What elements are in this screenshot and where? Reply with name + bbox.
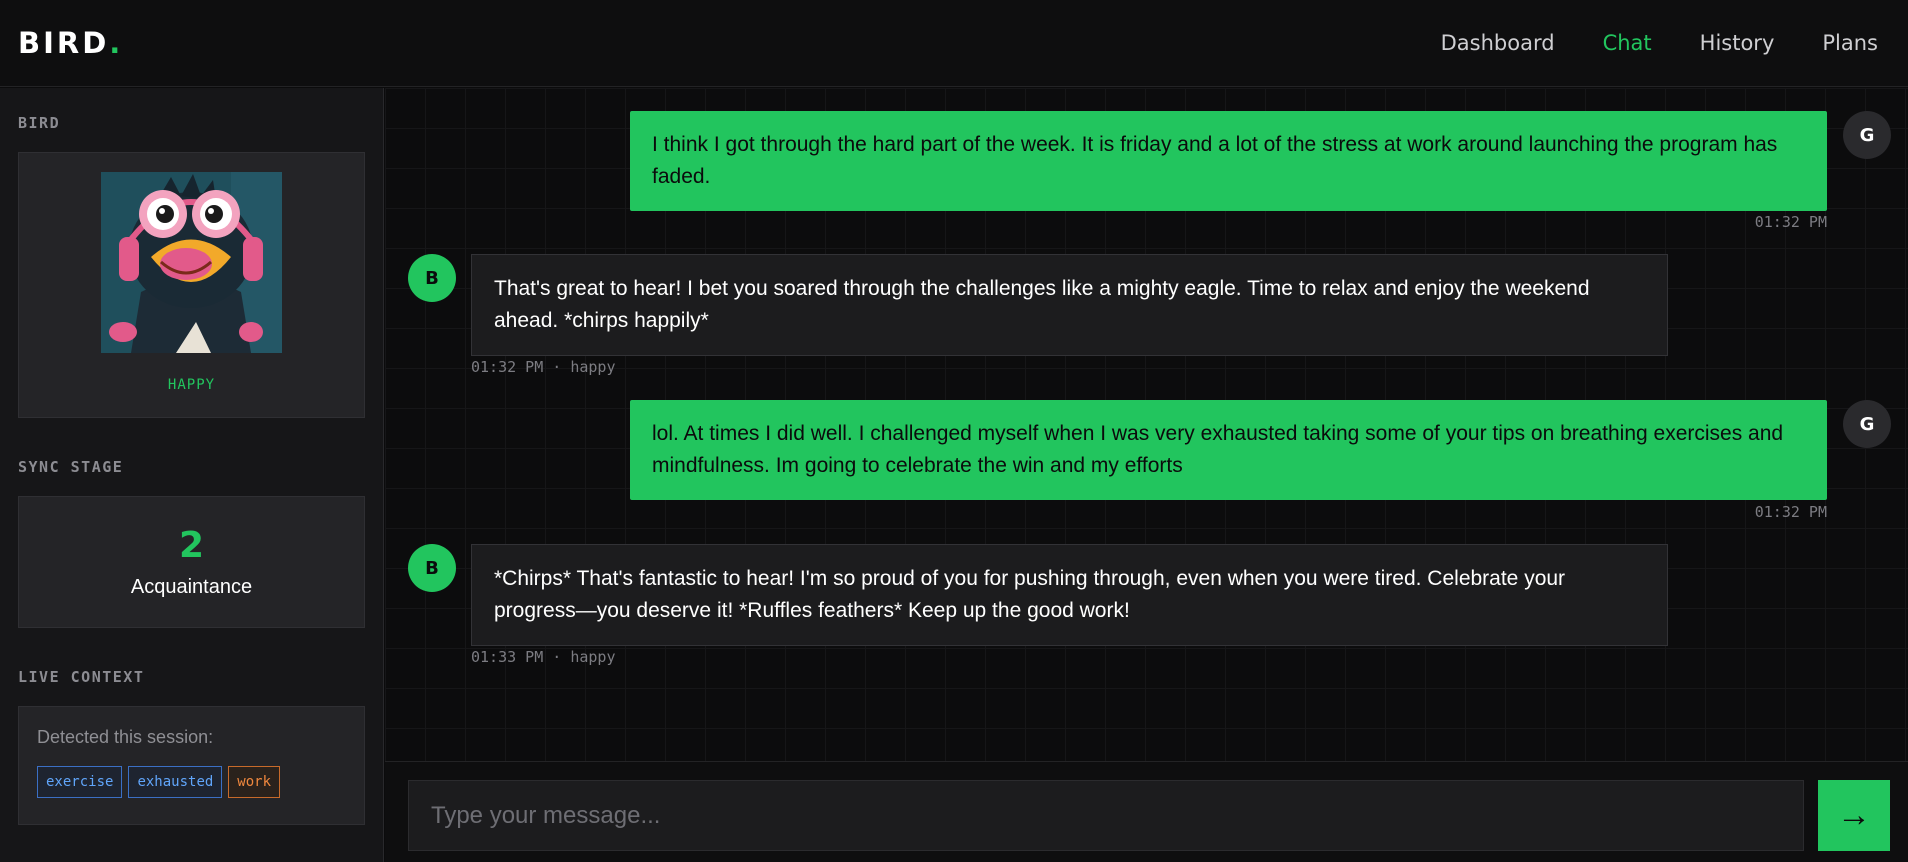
bot-message-bubble: That's great to hear! I bet you soared t… — [471, 254, 1668, 356]
context-title: Detected this session: — [37, 727, 214, 747]
chat-message-bot: *Chirps* That's fantastic to hear! I'm s… — [471, 544, 1668, 646]
context-tag[interactable]: exercise — [37, 766, 123, 798]
chat-area: I think I got through the hard part of t… — [385, 88, 1908, 761]
user-message-bubble: I think I got through the hard part of t… — [630, 111, 1827, 211]
bird-illustration-icon — [101, 172, 282, 353]
message-input[interactable] — [408, 780, 1804, 851]
top-navbar: BIRD. Dashboard Chat History Plans — [0, 0, 1908, 87]
context-tag[interactable]: exhausted — [128, 766, 223, 798]
chat-message-user: I think I got through the hard part of t… — [630, 111, 1827, 211]
sync-stage-number: 2 — [178, 525, 205, 566]
context-tag[interactable]: work — [228, 766, 281, 798]
sidebar: BIRD HAPPY SYNC STAGE 2 Acquaintance LIV… — [0, 88, 384, 862]
user-avatar: G — [1843, 111, 1891, 159]
nav-dashboard[interactable]: Dashboard — [1441, 31, 1555, 55]
message-timestamp: 01:32 PM — [1754, 213, 1827, 231]
message-timestamp: 01:32 PM · happy — [471, 358, 616, 376]
sync-stage-name: Acquaintance — [130, 576, 253, 598]
nav-plans[interactable]: Plans — [1822, 31, 1878, 55]
bird-avatar-small: B — [408, 544, 456, 592]
send-arrow-icon: → — [1837, 796, 1871, 834]
chat-message-user: lol. At times I did well. I challenged m… — [630, 400, 1827, 500]
user-message-bubble: lol. At times I did well. I challenged m… — [630, 400, 1827, 500]
nav-history[interactable]: History — [1700, 31, 1775, 55]
context-tags: exercise exhausted work — [37, 766, 346, 798]
brand-logo[interactable]: BIRD. — [18, 26, 123, 60]
message-timestamp: 01:32 PM — [1754, 503, 1827, 521]
message-timestamp: 01:33 PM · happy — [471, 648, 616, 666]
logo-dot: . — [109, 26, 124, 60]
bird-avatar-small: B — [408, 254, 456, 302]
chat-message-bot: That's great to hear! I bet you soared t… — [471, 254, 1668, 356]
context-section-label: LIVE CONTEXT — [18, 668, 145, 686]
sync-stage-card: 2 Acquaintance — [18, 496, 365, 628]
send-button[interactable]: → — [1818, 780, 1890, 851]
sync-section-label: SYNC STAGE — [18, 458, 124, 476]
logo-text: BIRD — [18, 26, 110, 60]
bird-mood: HAPPY — [167, 377, 216, 393]
bird-avatar — [101, 172, 282, 353]
bot-message-bubble: *Chirps* That's fantastic to hear! I'm s… — [471, 544, 1668, 646]
message-composer: → — [385, 761, 1908, 862]
live-context-card: Detected this session: exercise exhauste… — [18, 706, 365, 825]
bird-card: HAPPY — [18, 152, 365, 418]
bird-section-label: BIRD — [18, 114, 61, 132]
nav-chat[interactable]: Chat — [1603, 31, 1652, 55]
user-avatar: G — [1843, 400, 1891, 448]
main-nav: Dashboard Chat History Plans — [1441, 31, 1890, 55]
